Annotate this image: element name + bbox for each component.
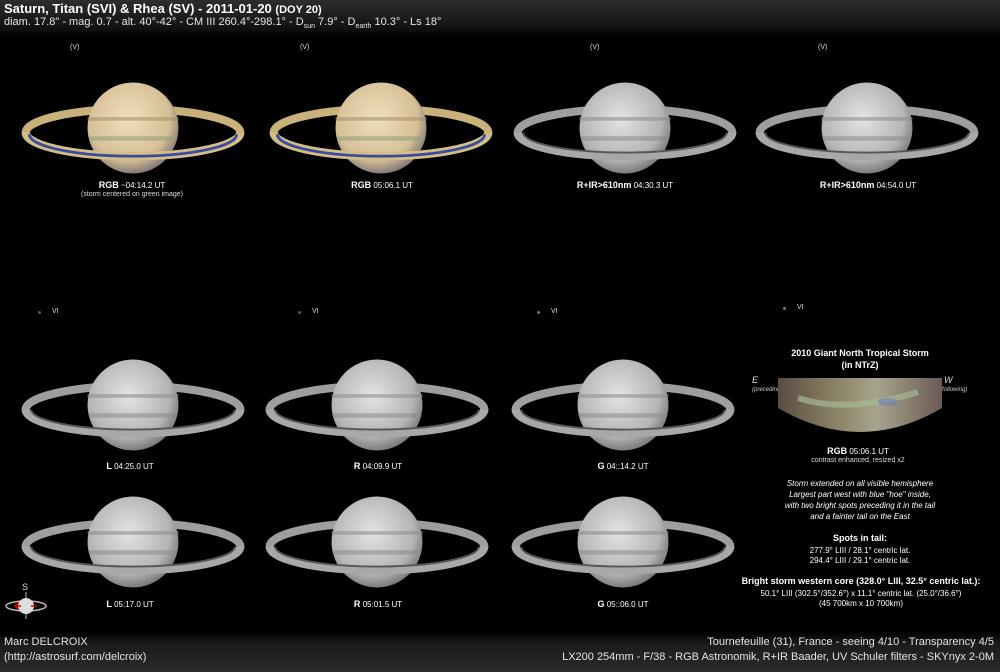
moon-label: (V): [590, 44, 600, 51]
image-caption: R 05:01.5 UT: [353, 599, 403, 609]
author-url[interactable]: (http://astrosurf.com/delcroix): [4, 651, 146, 663]
image-caption: RGB 05:06.1 UT: [351, 180, 413, 190]
storm-subtitle: (in NTrZ): [841, 360, 879, 370]
east-label: E: [752, 375, 759, 385]
observation-site: Tournefeuille (31), France - seeing 4/10…: [707, 636, 994, 648]
saturn-image: [262, 492, 492, 592]
saturn-image: [752, 78, 982, 178]
storm-description: and a fainter tail on the East: [810, 512, 910, 521]
image-caption: R+IR>610nm 04:30.3 UT: [576, 180, 674, 190]
moon-label: (V): [818, 44, 828, 51]
saturn-image: [18, 355, 248, 455]
storm-caption: RGB 05:06.1 UT contrast enhanced, resized…: [811, 446, 905, 464]
moon-label: VI: [312, 308, 319, 315]
titan-dot: [298, 311, 301, 314]
titan-dot: [783, 307, 786, 310]
orientation-icon: [5, 592, 47, 619]
image-caption: G 05::06.0 UT: [597, 599, 649, 609]
west-note: (following): [940, 387, 968, 393]
saturn-image: [262, 355, 492, 455]
core-title: Bright storm western core (328.0° LIII, …: [741, 576, 981, 586]
moon-label: VI: [797, 304, 804, 311]
saturn-image: [508, 492, 738, 592]
storm-description: with two bright spots preceding it in th…: [784, 501, 936, 510]
image-caption: L 04:25.0 UT: [106, 461, 154, 471]
image-caption: L 05:17.0 UT: [106, 599, 154, 609]
image-caption: R 04:09.9 UT: [353, 461, 403, 471]
storm-image: [778, 378, 942, 432]
storm-description: Storm extended on all visible hemisphere: [786, 479, 934, 488]
moon-label: (V): [300, 44, 310, 51]
saturn-image: [266, 78, 496, 178]
image-caption: G 04::14.2 UT: [597, 461, 649, 471]
page-title: Saturn, Titan (SVI) & Rhea (SV) - 2011-0…: [4, 1, 322, 16]
titan-dot: [537, 311, 540, 314]
saturn-image: [18, 492, 248, 592]
equipment-info: LX200 254mm - F/38 - RGB Astronomik, R+I…: [562, 651, 994, 663]
titan-dot: [38, 311, 41, 314]
south-label: S: [22, 582, 29, 592]
storm-title: 2010 Giant North Tropical Storm: [791, 348, 929, 358]
saturn-image: [18, 78, 248, 178]
moon-label: VI: [551, 308, 558, 315]
core-detail: 50.1° LIII (302.5°/352.6°) x 11.1° centr…: [760, 589, 962, 598]
spot-position: 294.4° LIII / 29.1° centric lat.: [809, 556, 911, 565]
west-label: W: [944, 375, 953, 385]
core-detail: (45 700km x 10 700km): [818, 599, 904, 608]
saturn-image: [508, 355, 738, 455]
image-caption: R+IR>610nm 04:54.0 UT: [819, 180, 917, 190]
author-name: Marc DELCROIX: [4, 636, 88, 648]
observation-details: diam. 17.8" - mag. 0.7 - alt. 40°-42° - …: [4, 16, 442, 31]
saturn-image: [510, 78, 740, 178]
image-caption: RGB ~04:14.2 UT (storm centered on green …: [81, 180, 183, 198]
moon-label: (V): [70, 44, 80, 51]
spots-title: Spots in tail:: [833, 533, 887, 543]
storm-description: Largest part west with blue "hoe" inside…: [789, 490, 931, 499]
spot-position: 277.9° LIII / 28.1° centric lat.: [809, 546, 911, 555]
moon-label: VI: [52, 308, 59, 315]
